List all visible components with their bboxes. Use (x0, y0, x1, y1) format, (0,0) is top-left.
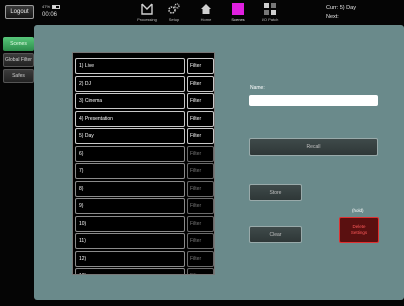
battery-icon (52, 4, 61, 9)
scene-row[interactable]: 7) Filter (75, 163, 214, 179)
hold-hint: (hold) (352, 208, 364, 213)
scene-name-input[interactable] (249, 95, 378, 106)
home-icon (200, 3, 212, 15)
battery-indicator: 47% (42, 4, 61, 9)
sidebar-item-safes[interactable]: Safes (3, 69, 34, 83)
scene-row[interactable]: 11) Filter (75, 233, 214, 249)
scene-filter-button[interactable]: Filter (187, 233, 214, 249)
scene-slot-button[interactable]: 11) (75, 233, 185, 249)
scene-slot-button[interactable]: 9) (75, 198, 185, 214)
scenes-icon (232, 3, 244, 15)
tab-processing[interactable]: Processing (133, 2, 161, 23)
scene-row[interactable]: 2) DJ Filter (75, 75, 214, 92)
scene-slot-button[interactable]: 8) (75, 180, 185, 197)
sidebar-item-global-filter[interactable]: Global Filter (3, 53, 34, 67)
scene-row[interactable]: 1) Live Filter (75, 58, 214, 74)
gears-icon (168, 3, 180, 15)
current-scene-info: Curr: 5) Day Next: (326, 4, 356, 22)
scene-row[interactable]: 9) Filter (75, 198, 214, 214)
tab-scenes[interactable]: Scenes (224, 2, 252, 23)
tab-label: Home (200, 17, 212, 22)
tab-label: I/O Patch (261, 17, 279, 22)
scene-slot-button[interactable]: 2) DJ (75, 75, 185, 92)
battery-percent: 47% (42, 4, 51, 9)
side-panel: Scenes Global Filter Safes (0, 25, 34, 306)
scene-filter-button[interactable]: Filter (187, 163, 214, 179)
next-scene: Next: (326, 14, 339, 20)
scene-filter-button[interactable]: Filter (187, 110, 214, 127)
bottom-strip (34, 300, 404, 306)
scene-slot-button[interactable]: 3) Cinema (75, 93, 185, 109)
scene-filter-button[interactable]: Filter (187, 75, 214, 92)
tab-label: Scenes (231, 17, 245, 22)
scene-row[interactable]: 8) Filter (75, 180, 214, 197)
scene-row[interactable]: 3) Cinema Filter (75, 93, 214, 109)
tab-label: Processing (137, 17, 157, 22)
tab-io-patch[interactable]: I/O Patch (256, 2, 284, 23)
current-scene: Curr: 5) Day (326, 5, 356, 11)
tab-setup[interactable]: Setup (160, 2, 188, 23)
scene-slot-button[interactable]: 7) (75, 163, 185, 179)
scene-filter-button[interactable]: Filter (187, 198, 214, 214)
scene-slot-button[interactable]: 1) Live (75, 58, 185, 74)
scene-row[interactable]: 5) Day Filter (75, 128, 214, 144)
processing-icon (141, 3, 153, 15)
logout-button[interactable]: Logout (5, 5, 34, 19)
settings-label: Settings (350, 230, 368, 235)
scene-list[interactable]: 1) Live Filter 2) DJ Filter 3) Cinema Filter 4… (72, 52, 215, 275)
scene-slot-button[interactable]: 10) (75, 215, 185, 232)
scene-row[interactable]: 13)Filter (75, 268, 214, 274)
tab-home[interactable]: Home (192, 2, 220, 23)
clear-button[interactable]: Clear (249, 226, 302, 243)
scene-slot-button[interactable]: 4) Presentation (75, 110, 185, 127)
scene-filter-button[interactable]: Filter (187, 268, 214, 274)
scene-slot-button[interactable]: 12) (75, 250, 185, 267)
clock: 00:06 (42, 12, 58, 18)
scene-filter-button[interactable]: Filter (187, 215, 214, 232)
scene-filter-button[interactable]: Filter (187, 128, 214, 144)
scene-slot-button[interactable]: 13) (75, 268, 185, 274)
scene-filter-button[interactable]: Filter (187, 93, 214, 109)
scene-filter-button[interactable]: Filter (187, 180, 214, 197)
name-label: Name: (250, 85, 265, 91)
scene-slot-button[interactable]: 5) Day (75, 128, 185, 144)
scene-filter-button[interactable]: Filter (187, 58, 214, 74)
store-button[interactable]: Store (249, 184, 302, 201)
top-bar: Logout 47% 00:06 Processing Setup Home S… (0, 0, 404, 25)
scene-filter-button[interactable]: Filter (187, 250, 214, 267)
scene-row[interactable]: 6) Filter (75, 145, 214, 162)
patch-grid-icon (264, 3, 276, 15)
scene-slot-button[interactable]: 6) (75, 145, 185, 162)
sidebar-item-scenes[interactable]: Scenes (3, 37, 34, 51)
recall-button[interactable]: Recall (249, 138, 378, 156)
tab-label: Setup (168, 17, 180, 22)
scene-row[interactable]: 4) Presentation Filter (75, 110, 214, 127)
scene-row[interactable]: 12) Filter (75, 250, 214, 267)
delete-settings-button[interactable]: Delete Settings (339, 217, 379, 243)
scene-filter-button[interactable]: Filter (187, 145, 214, 162)
scene-row[interactable]: 10) Filter (75, 215, 214, 232)
